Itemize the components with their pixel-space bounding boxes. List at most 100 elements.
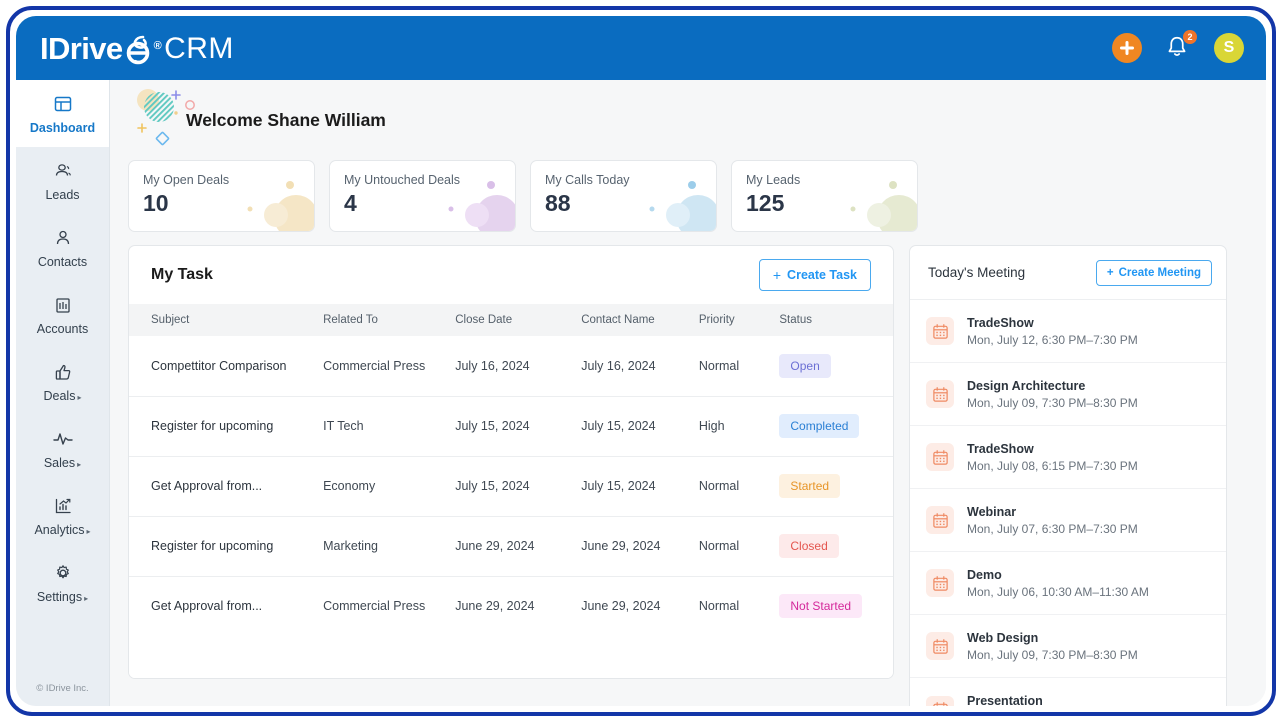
sidebar-item-sales[interactable]: Sales ▸ [16,415,109,482]
list-item[interactable]: Demo Mon, July 06, 10:30 AM–11:30 AM [910,552,1226,615]
sidebar-label-analytics: Analytics [34,523,85,537]
sidebar-label-accounts: Accounts [36,322,89,336]
notifications-button[interactable]: 2 [1164,30,1197,62]
cell-close: June 29, 2024 [455,516,582,577]
notification-badge: 2 [1183,30,1197,44]
kpi-card-leads[interactable]: My Leads 125 [731,160,918,232]
chevron-right-icon-deals: ▸ [77,393,82,402]
cell-close: July 15, 2024 [455,456,582,517]
cell-priority: Normal [698,599,740,614]
accounts-icon [52,294,74,316]
sidebar-copyright: © IDrive Inc. [36,683,89,694]
create-meeting-button[interactable]: + Create Meeting [1095,259,1212,286]
meeting-time: Mon, July 06, 10:30 AM–11:30 AM [967,584,1149,599]
meeting-time: Mon, July 12, 6:30 PM–7:30 PM [967,332,1138,347]
leads-icon [52,160,74,182]
brand-name-primary: IDrive [40,31,123,66]
list-item[interactable]: TradeShow Mon, July 08, 6:15 PM–7:30 PM [910,426,1226,489]
meeting-name: Webinar [967,504,1017,519]
welcome-banner: Welcome Shane William [128,80,1244,160]
meeting-time: Mon, July 08, 6:15 PM–7:30 PM [967,458,1138,473]
col-header-status[interactable]: Status [779,304,893,336]
task-panel-title: My Task [151,266,213,283]
calendar-icon [926,695,954,706]
sidebar-label-settings: Settings [36,590,83,604]
status-badge: Closed [779,534,839,558]
sidebar-label-deals: Deals [43,389,76,403]
cell-related: Commercial Press [323,336,456,397]
cell-contact: July 15, 2024 [581,396,699,457]
cell-close: July 15, 2024 [455,396,582,457]
cell-close: July 16, 2024 [455,336,582,397]
kpi-card-untouched-deals[interactable]: My Untouched Deals 4 [329,160,516,232]
col-header-contact-name[interactable]: Contact Name [581,304,699,336]
brand-name-secondary: CRM [164,32,234,65]
plus-icon: + [1106,266,1114,279]
cell-subject: Compettitor Comparison [129,336,324,397]
calendar-icon [926,632,954,660]
sidebar-nav: Dashboard Leads Contacts Accounts Deals … [16,80,110,706]
kpi-decoration [247,181,314,231]
add-new-button[interactable] [1112,33,1142,63]
cell-related: IT Tech [323,396,456,457]
gear-icon [52,562,74,584]
sidebar-item-settings[interactable]: Settings ▸ [16,549,109,616]
cell-priority: Normal [698,516,780,577]
table-row[interactable]: Compettitor Comparison Commercial Press … [129,336,893,397]
list-item[interactable]: TradeShow Mon, July 12, 6:30 PM–7:30 PM [910,300,1226,363]
col-header-related-to[interactable]: Related To [323,304,456,336]
calendar-icon [926,443,954,471]
meeting-name: Design Architecture [967,378,1086,393]
status-badge: Open [779,353,831,378]
status-badge: Started [779,474,841,498]
chevron-right-icon-sales: ▸ [77,460,82,469]
tasks-table: Subject Related To Close Date Contact Na… [129,304,893,636]
calendar-icon [926,317,954,345]
kpi-cards: My Open Deals 10 My Untouched Deals 4 My… [128,160,1244,232]
create-task-button[interactable]: + Create Task [758,259,871,291]
todays-meeting-panel: Today's Meeting + Create Meeting TradeSh… [909,245,1227,706]
calendar-icon [926,569,954,597]
list-item[interactable]: Design Architecture Mon, July 09, 7:30 P… [910,363,1226,426]
my-task-panel: My Task + Create Task Subject Related To… [128,245,894,679]
cell-subject: Register for upcoming [129,516,324,577]
calendar-icon [926,380,954,408]
sidebar-label-dashboard: Dashboard [29,121,96,135]
cell-subject: Get Approval from... [129,456,324,517]
table-row[interactable]: Register for upcoming Marketing June 29,… [129,516,893,577]
kpi-card-calls-today[interactable]: My Calls Today 88 [530,160,717,232]
thumbs-up-icon [52,361,74,383]
contacts-icon [52,227,74,249]
sidebar-item-deals[interactable]: Deals ▸ [16,348,109,415]
kpi-decoration [850,181,917,231]
col-header-subject[interactable]: Subject [129,304,324,336]
registered-mark: ® [153,40,162,52]
plus-icon: + [772,267,782,283]
cell-contact: June 29, 2024 [581,516,699,577]
cell-priority: Normal [698,336,780,397]
cell-subject: Register for upcoming [129,396,324,457]
list-item[interactable]: Web Design Mon, July 09, 7:30 PM–8:30 PM [910,615,1226,678]
meeting-name: Presentation [967,694,1043,706]
meeting-name: Demo [967,567,1002,582]
sidebar-item-contacts[interactable]: Contacts [16,214,109,281]
col-header-close-date[interactable]: Close Date [455,304,582,336]
list-item[interactable]: Webinar Mon, July 07, 6:30 PM–7:30 PM [910,489,1226,552]
table-row[interactable]: Register for upcoming IT Tech July 15, 2… [129,396,893,457]
sidebar-item-analytics[interactable]: Analytics ▸ [16,482,109,549]
meeting-time: Mon, July 07, 6:30 PM–7:30 PM [967,521,1138,536]
sidebar-item-leads[interactable]: Leads [16,147,109,214]
sidebar-label-contacts: Contacts [37,255,88,269]
table-row[interactable]: Get Approval from... Commercial Press Ju… [129,576,893,636]
user-avatar[interactable]: S [1214,33,1244,63]
chevron-right-icon-analytics: ▸ [86,527,91,536]
tasks-table-header-row: Subject Related To Close Date Contact Na… [129,304,893,336]
sidebar-item-dashboard[interactable]: Dashboard [16,80,109,147]
bar-chart-icon [52,495,74,517]
main-content: Welcome Shane William My Open Deals 10 M… [110,80,1266,706]
list-item[interactable]: Presentation Mon, July 18, 9:20 PM–11:30… [910,678,1226,706]
kpi-card-open-deals[interactable]: My Open Deals 10 [128,160,315,232]
sidebar-item-accounts[interactable]: Accounts [16,281,109,348]
table-row[interactable]: Get Approval from... Economy July 15, 20… [129,456,893,517]
col-header-priority[interactable]: Priority [698,304,780,336]
